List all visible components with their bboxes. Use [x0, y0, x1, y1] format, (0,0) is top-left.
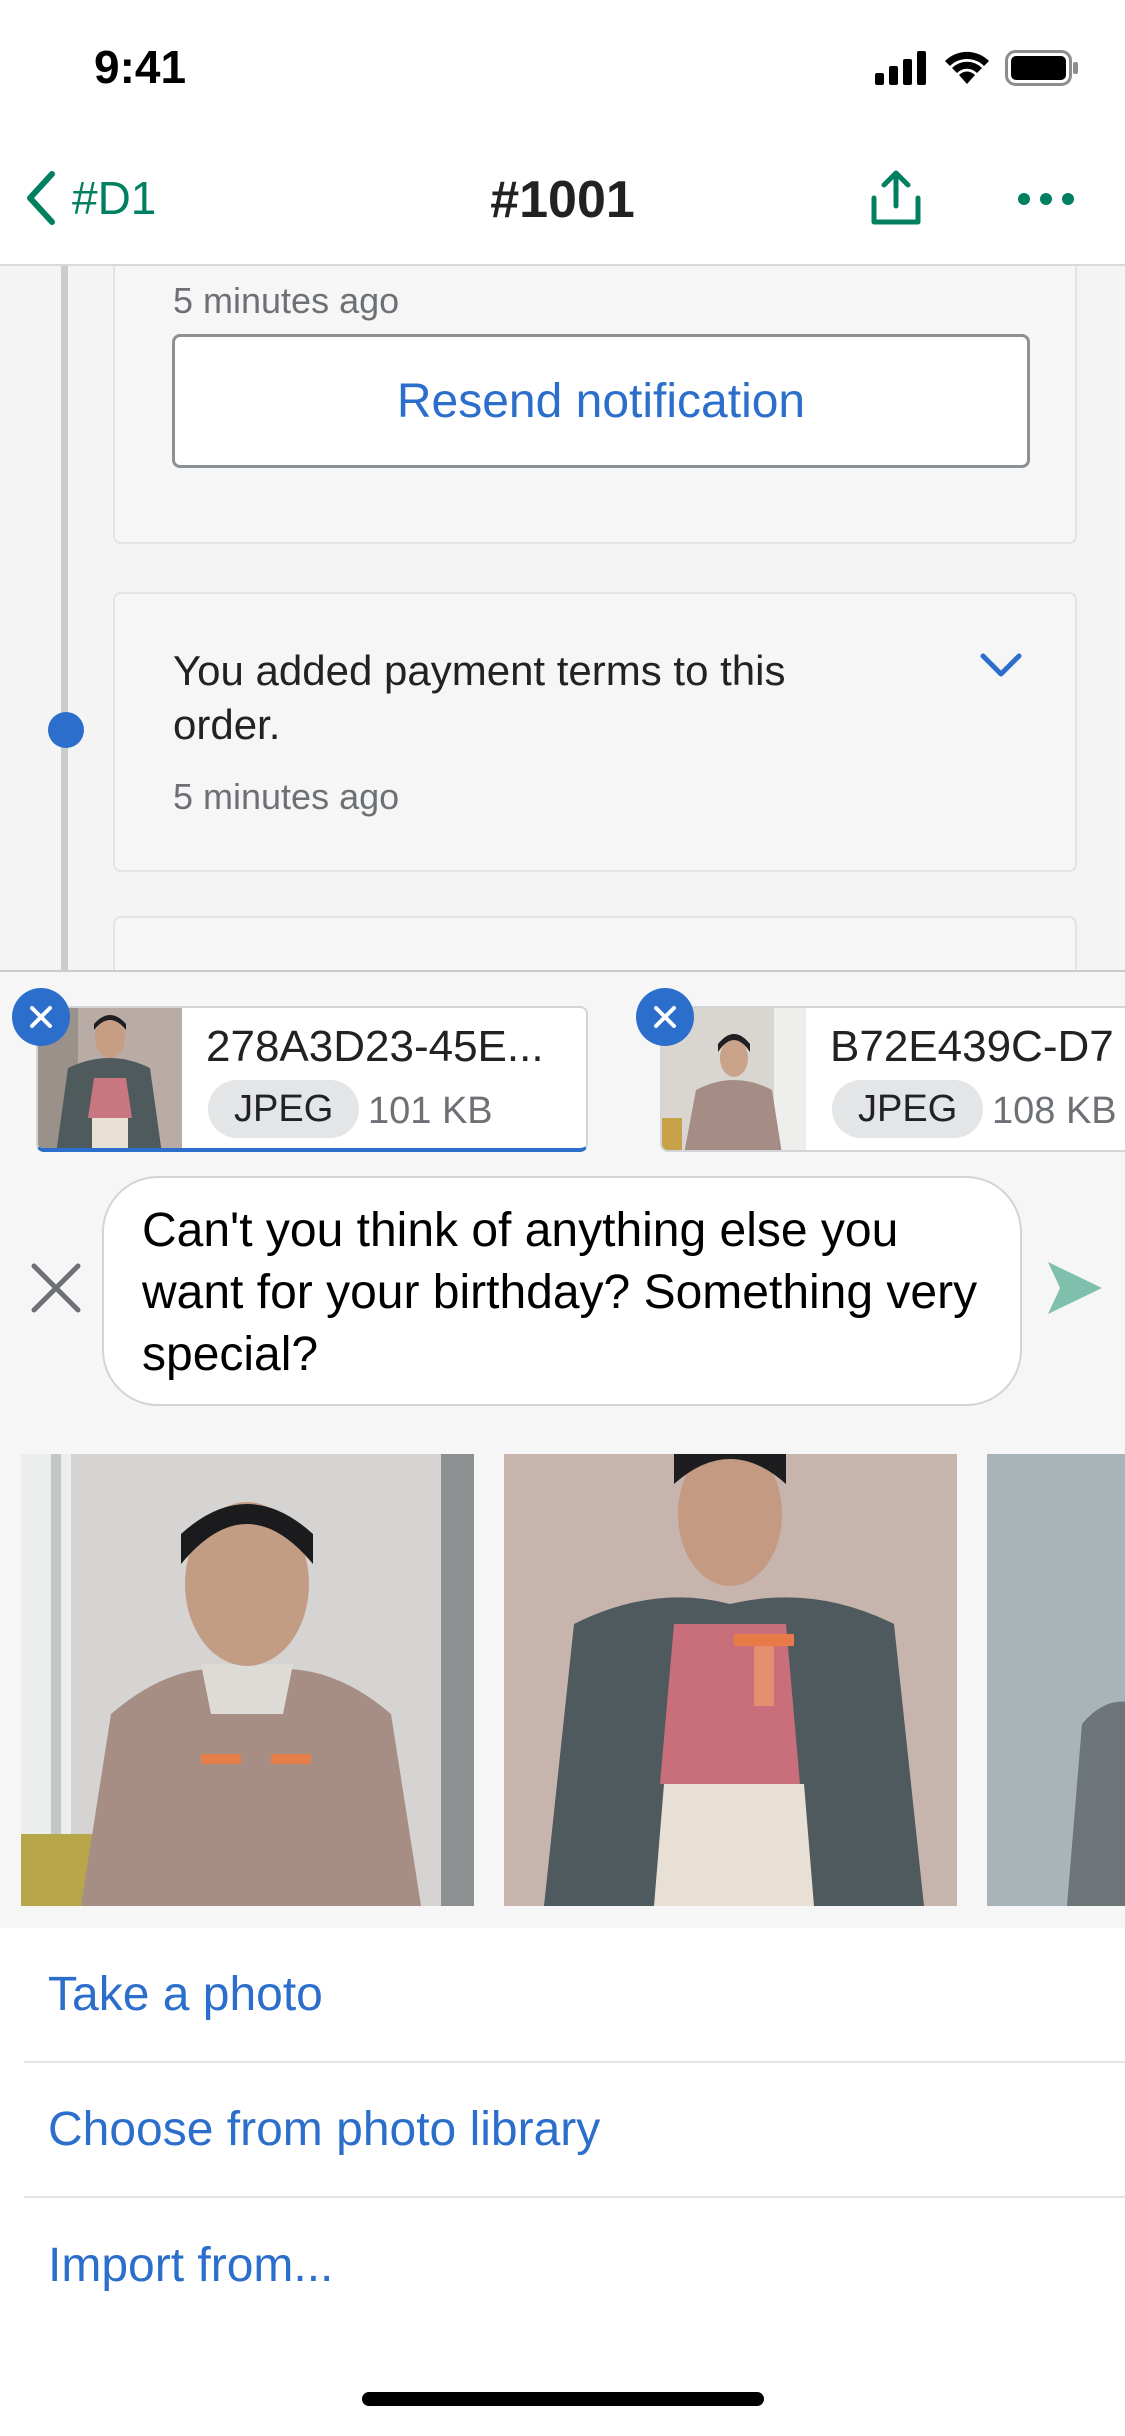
attachment-item[interactable]: B72E439C-D7 JPEG 108 KB — [660, 1006, 1125, 1152]
choose-photo-library-option[interactable]: Choose from photo library — [24, 2063, 1125, 2198]
attachment-name: B72E439C-D7 — [830, 1022, 1114, 1071]
remove-attachment-icon — [654, 1006, 676, 1028]
timeline-card — [113, 916, 1077, 970]
attachment-name: 278A3D23-45E... — [206, 1022, 544, 1071]
event-time: 5 minutes ago — [173, 280, 400, 321]
signal-icon — [875, 51, 926, 85]
battery-icon — [1005, 50, 1078, 86]
attachment-list: 278A3D23-45E... JPEG 101 KB B72E439C-D7 — [0, 972, 1125, 1162]
remove-attachment-button[interactable] — [636, 988, 694, 1046]
share-icon[interactable] — [866, 168, 926, 228]
file-type-badge: JPEG — [832, 1080, 984, 1138]
message-input[interactable]: Can't you think of anything else you wan… — [102, 1176, 1022, 1406]
timeline-card[interactable]: You added payment terms to this order. 5… — [113, 592, 1077, 872]
event-time: 5 minutes ago — [173, 776, 400, 817]
event-text: You added payment terms to this order. — [173, 647, 786, 748]
status-time: 9:41 — [94, 41, 187, 93]
import-from-option[interactable]: Import from... — [24, 2198, 1125, 2333]
message-composer: 278A3D23-45E... JPEG 101 KB B72E439C-D7 — [0, 970, 1125, 1442]
remove-attachment-icon — [30, 1006, 52, 1028]
status-icons — [875, 50, 1079, 86]
page-title: #1001 — [490, 171, 635, 229]
timeline: 5 minutes ago Resend notification You ad… — [0, 266, 1125, 970]
wifi-icon — [945, 51, 989, 84]
photo-picker-strip — [0, 1442, 1125, 1928]
action-sheet: Take a photo Choose from photo library I… — [0, 1928, 1125, 2436]
photo-thumbnail[interactable] — [504, 1454, 957, 1906]
nav-bar: #D1 #1001 — [0, 132, 1125, 266]
send-icon[interactable] — [1044, 1258, 1104, 1318]
timeline-dot — [48, 712, 84, 748]
file-type-badge: JPEG — [208, 1080, 360, 1138]
timeline-card: 5 minutes ago Resend notification — [113, 266, 1077, 544]
more-icon[interactable] — [1016, 184, 1076, 214]
photo-thumbnail[interactable] — [987, 1454, 1125, 1906]
file-size: 108 KB — [992, 1090, 1117, 1132]
close-icon[interactable] — [30, 1262, 82, 1314]
file-size: 101 KB — [368, 1090, 493, 1132]
remove-attachment-button[interactable] — [12, 988, 70, 1046]
resend-notification-button[interactable]: Resend notification — [172, 334, 1030, 468]
chevron-down-icon[interactable] — [979, 650, 1023, 680]
home-indicator — [362, 2392, 764, 2406]
status-bar: 9:41 — [0, 0, 1125, 132]
attachment-item[interactable]: 278A3D23-45E... JPEG 101 KB — [36, 1006, 588, 1152]
timeline-line — [61, 266, 68, 970]
photo-thumbnail[interactable] — [21, 1454, 474, 1906]
take-photo-option[interactable]: Take a photo — [24, 1928, 1125, 2063]
